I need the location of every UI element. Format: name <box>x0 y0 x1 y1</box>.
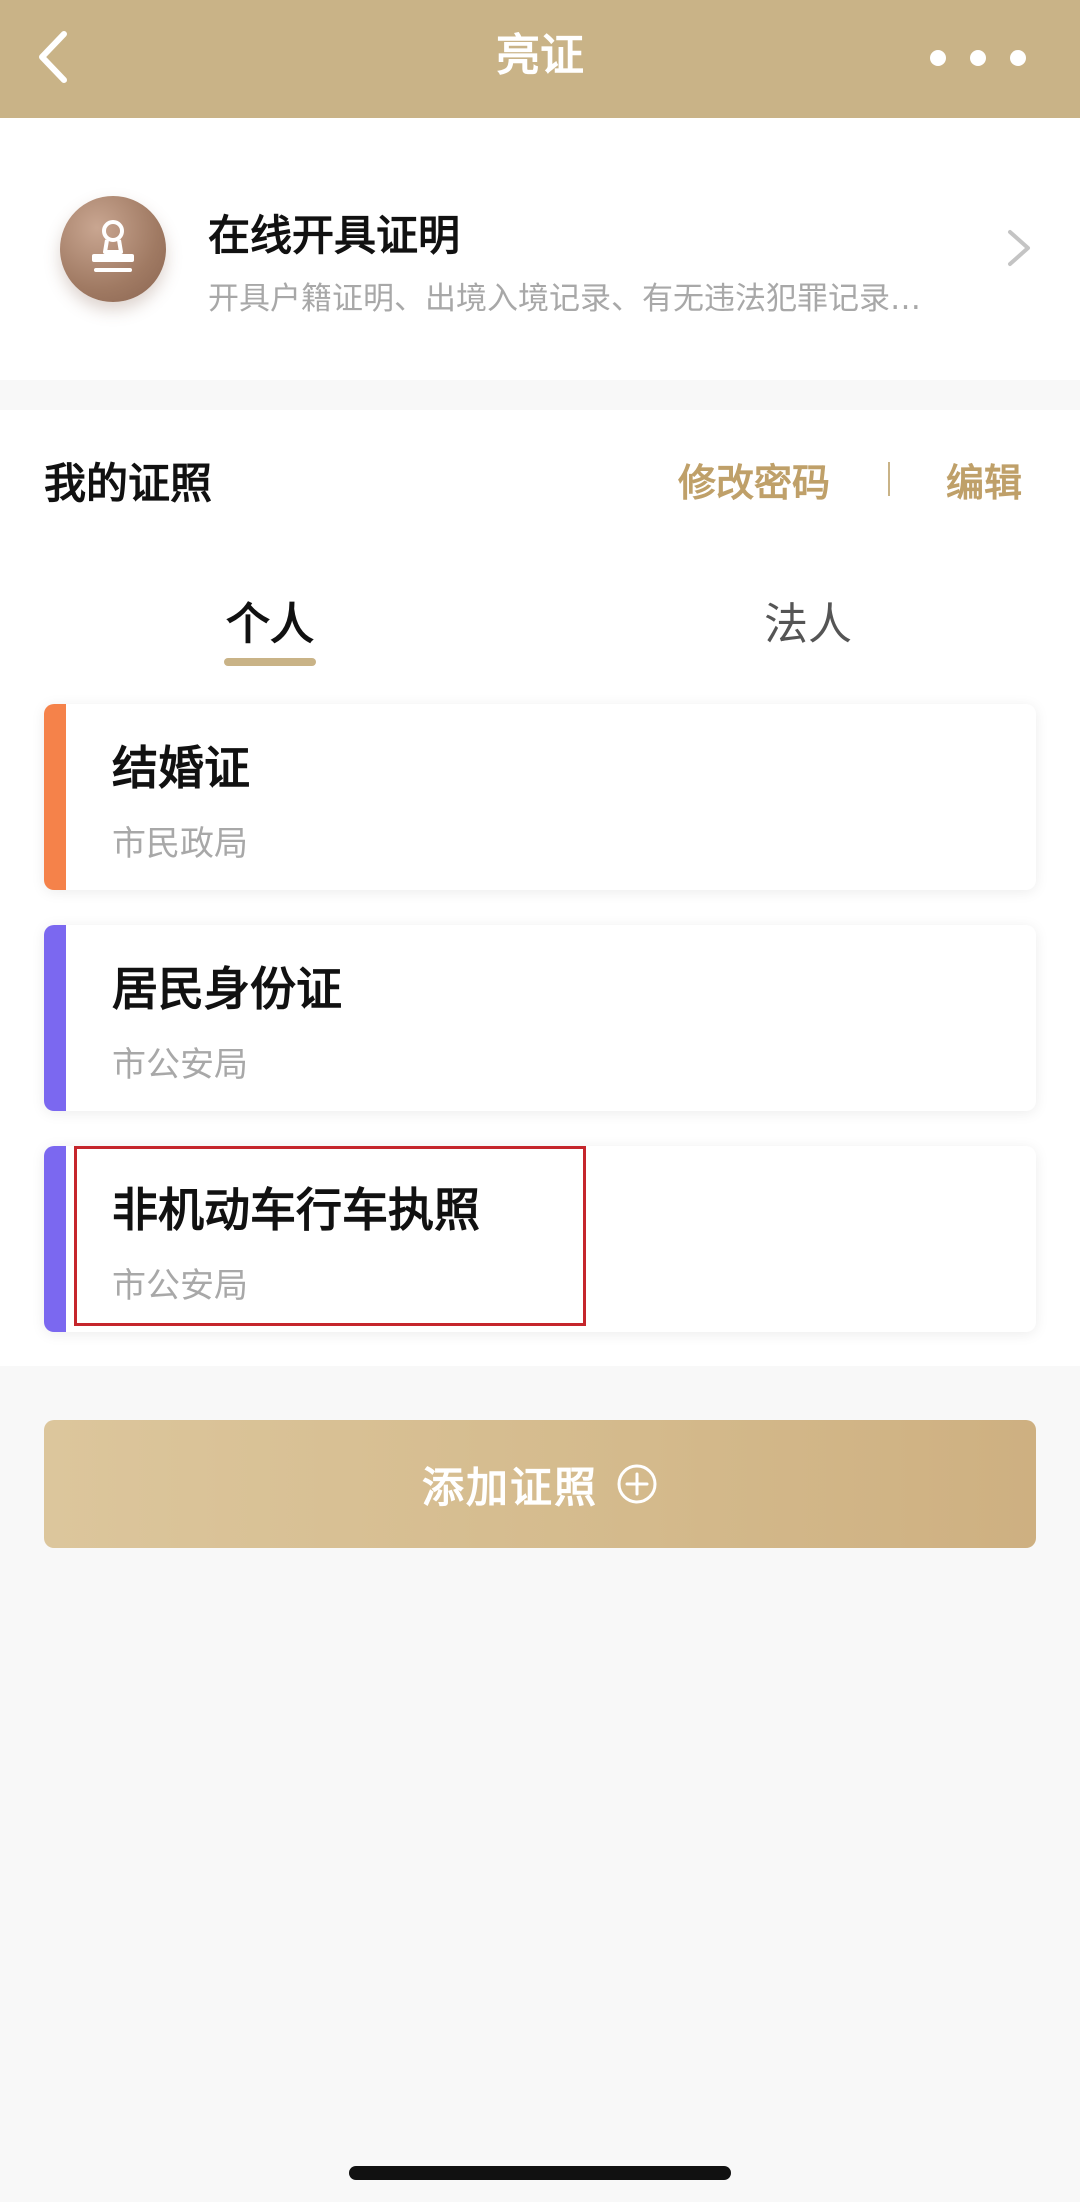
change-password-link[interactable]: 修改密码 <box>678 452 830 507</box>
add-license-label: 添加证照 <box>421 1462 598 1512</box>
license-card-id-card[interactable]: 居民身份证 市公安局 <box>44 925 1036 1111</box>
license-issuer: 市民政局 <box>112 824 248 864</box>
online-certificate-title: 在线开具证明 <box>208 211 461 260</box>
edit-link[interactable]: 编辑 <box>946 452 1022 507</box>
section-title: 我的证照 <box>44 459 213 508</box>
top-nav-bar: 亮证 <box>0 0 1080 118</box>
license-issuer: 市公安局 <box>112 1266 248 1306</box>
page-title: 亮证 <box>496 30 584 81</box>
back-button[interactable] <box>30 22 90 92</box>
tab-legal-entity[interactable]: 法人 <box>758 588 858 652</box>
stamp-icon <box>92 220 134 272</box>
add-license-button[interactable]: 添加证照 <box>44 1420 1036 1548</box>
license-name: 非机动车行车执照 <box>112 1183 480 1237</box>
license-issuer: 市公安局 <box>112 1045 248 1085</box>
card-color-stripe <box>44 704 66 890</box>
card-color-stripe <box>44 925 66 1111</box>
card-color-stripe <box>44 1146 66 1332</box>
online-certificate-subtitle: 开具户籍证明、出境入境记录、有无违法犯罪记录… <box>208 281 921 317</box>
link-divider <box>888 462 890 496</box>
active-tab-indicator <box>224 658 316 666</box>
license-card-non-motor-vehicle[interactable]: 非机动车行车执照 市公安局 <box>44 1146 1036 1332</box>
more-options-button[interactable] <box>924 40 1032 76</box>
license-name: 结婚证 <box>112 741 250 795</box>
stamp-avatar <box>60 196 166 302</box>
tab-personal[interactable]: 个人 <box>220 588 320 652</box>
my-licenses-section: 我的证照 修改密码 编辑 个人 法人 结婚证 市民政局 居民身份证 市公安局 非… <box>0 410 1080 1366</box>
license-name: 居民身份证 <box>112 962 342 1016</box>
chevron-left-icon <box>39 31 67 83</box>
license-card-marriage[interactable]: 结婚证 市民政局 <box>44 704 1036 890</box>
online-certificate-entry[interactable]: 在线开具证明 开具户籍证明、出境入境记录、有无违法犯罪记录… <box>0 118 1080 380</box>
more-dots-icon <box>930 50 1026 66</box>
plus-circle-icon <box>617 1464 657 1504</box>
home-indicator <box>349 2166 731 2180</box>
chevron-right-icon <box>1008 230 1030 266</box>
